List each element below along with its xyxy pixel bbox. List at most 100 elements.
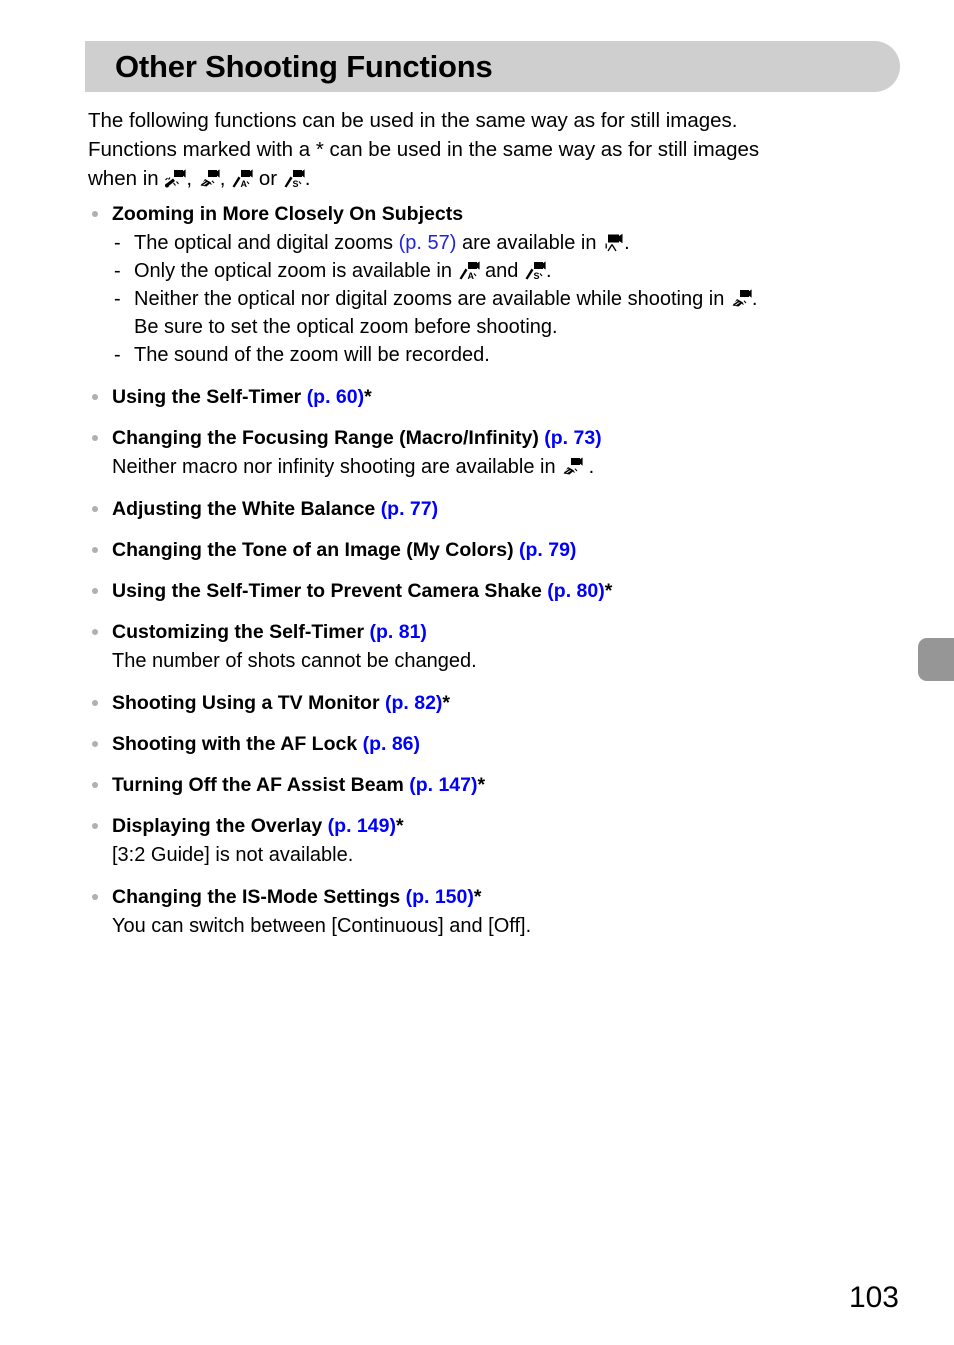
- function-list: Zooming in More Closely On Subjects - The…: [88, 201, 888, 940]
- svg-text:S: S: [533, 271, 539, 280]
- intro-line-2: Functions marked with a * can be used in…: [88, 138, 760, 161]
- chapter-thumb-marker: [918, 638, 954, 681]
- svg-text:S: S: [292, 179, 298, 188]
- page-header-banner: Other Shooting Functions: [85, 41, 900, 92]
- bullet-dot-icon: [92, 629, 98, 635]
- bullet-dot-icon: [92, 782, 98, 788]
- dash-marker: -: [114, 288, 121, 310]
- bullet-dot-icon: [92, 394, 98, 400]
- page-ref-link[interactable]: (p. 77): [381, 498, 438, 520]
- bullet-dot-icon: [92, 435, 98, 441]
- sub-item-continuation: Be sure to set the optical zoom before s…: [134, 316, 558, 338]
- bullet-dot-icon: [92, 588, 98, 594]
- page-ref-link[interactable]: (p. 79): [519, 539, 576, 561]
- list-item: Turning Off the AF Assist Beam (p. 147)*: [88, 772, 888, 798]
- intro-sep-1: ,: [186, 167, 198, 190]
- sub-list: - The optical and digital zooms (p. 57) a…: [112, 229, 888, 369]
- list-item-title: Changing the IS-Mode Settings (p. 150)*: [112, 884, 888, 910]
- list-item-title: Changing the Focusing Range (Macro/Infin…: [112, 425, 888, 451]
- list-item: Using the Self-Timer to Prevent Camera S…: [88, 578, 888, 604]
- svg-text:A: A: [467, 271, 474, 280]
- movie-super-slow-motion-icon: [164, 169, 186, 188]
- bullet-dot-icon: [92, 506, 98, 512]
- sub-text-after: are available in: [456, 232, 603, 254]
- list-item-title: Shooting with the AF Lock (p. 86): [112, 731, 888, 757]
- list-item: Using the Self-Timer (p. 60)*: [88, 384, 888, 410]
- list-item-title: Using the Self-Timer (p. 60)*: [112, 384, 888, 410]
- list-item-title: Shooting Using a TV Monitor (p. 82)*: [112, 690, 888, 716]
- list-item-title: Adjusting the White Balance (p. 77): [112, 496, 888, 522]
- sub-text-before: Neither the optical nor digital zooms ar…: [134, 288, 730, 310]
- list-item: Zooming in More Closely On Subjects - The…: [88, 201, 888, 369]
- list-item-title-text: Shooting with the AF Lock: [112, 733, 363, 755]
- page-number: 103: [848, 1281, 899, 1314]
- sub-list-item: - Neither the optical nor digital zooms a…: [112, 285, 888, 341]
- page-ref-link[interactable]: (p. 149): [328, 815, 396, 837]
- list-item: Shooting Using a TV Monitor (p. 82)*: [88, 690, 888, 716]
- intro-sep-3: or: [253, 167, 283, 190]
- dash-marker: -: [114, 232, 121, 254]
- list-item-title: Changing the Tone of an Image (My Colors…: [112, 537, 888, 563]
- movie-miniature-effect-icon: [561, 457, 583, 476]
- sub-text-before: Only the optical zoom is available in: [134, 260, 458, 282]
- page-ref-link[interactable]: (p. 150): [406, 886, 474, 908]
- bullet-dot-icon: [92, 211, 98, 217]
- bullet-dot-icon: [92, 700, 98, 706]
- intro-line-1: The following functions can be used in t…: [88, 109, 738, 132]
- intro-line-3-suffix: .: [304, 167, 311, 190]
- list-item-title-text: Changing the Focusing Range (Macro/Infin…: [112, 427, 545, 449]
- list-item-title: Using the Self-Timer to Prevent Camera S…: [112, 578, 888, 604]
- list-item-title-text: Customizing the Self-Timer: [112, 621, 370, 643]
- sub-text-end: .: [624, 232, 630, 254]
- list-item: Changing the Tone of an Image (My Colors…: [88, 537, 888, 563]
- list-item-title-text: Changing the Tone of an Image (My Colors…: [112, 539, 519, 561]
- page-ref-link[interactable]: (p. 82): [385, 692, 442, 714]
- list-item-title-text: Using the Self-Timer: [112, 386, 307, 408]
- sub-list-item: - The sound of the zoom will be recorded.: [112, 341, 888, 369]
- note-text-before: Neither macro nor infinity shooting are …: [112, 456, 562, 478]
- dash-marker: -: [114, 260, 121, 282]
- page-ref-link[interactable]: (p. 73): [544, 427, 601, 449]
- page-ref-link[interactable]: (p. 147): [409, 774, 477, 796]
- sub-text-before: The optical and digital zooms: [134, 232, 399, 254]
- sub-list-item: - Only the optical zoom is available in A…: [112, 257, 888, 285]
- asterisk-marker: *: [364, 386, 372, 408]
- list-item-title-text: Shooting Using a TV Monitor: [112, 692, 385, 714]
- asterisk-marker: *: [604, 580, 613, 602]
- note-text-after: .: [583, 456, 595, 478]
- list-item-title: Displaying the Overlay (p. 149)*: [112, 813, 888, 839]
- asterisk-marker: *: [473, 886, 482, 908]
- movie-color-accent-icon: A: [231, 169, 253, 188]
- list-item: Changing the Focusing Range (Macro/Infin…: [88, 425, 888, 481]
- svg-text:A: A: [241, 179, 248, 188]
- page-content: The following functions can be used in t…: [88, 106, 888, 940]
- sub-text-end: .: [751, 288, 758, 310]
- page-ref-link[interactable]: (p. 81): [370, 621, 427, 643]
- movie-standard-icon: [602, 233, 624, 252]
- list-item: Customizing the Self-Timer (p. 81) The n…: [88, 619, 888, 675]
- bullet-dot-icon: [92, 547, 98, 553]
- list-item-title-text: Changing the IS-Mode Settings: [112, 886, 406, 908]
- sub-text-mid: and: [479, 260, 524, 282]
- list-item-title: Customizing the Self-Timer (p. 81): [112, 619, 888, 645]
- list-item-title-text: Using the Self-Timer to Prevent Camera S…: [112, 580, 548, 602]
- movie-color-swap-icon: S: [283, 169, 305, 188]
- page-ref-link[interactable]: (p. 86): [363, 733, 420, 755]
- movie-miniature-effect-icon: [730, 289, 752, 308]
- intro-sep-2: ,: [219, 167, 232, 190]
- page-title: Other Shooting Functions: [115, 48, 493, 84]
- bullet-dot-icon: [92, 741, 98, 747]
- list-item-note: The number of shots cannot be changed.: [112, 650, 477, 672]
- list-item: Displaying the Overlay (p. 149)* [3:2 Gu…: [88, 813, 888, 869]
- intro-paragraph: The following functions can be used in t…: [88, 106, 888, 193]
- list-item-title-text: Displaying the Overlay: [112, 815, 328, 837]
- list-item-note: [3:2 Guide] is not available.: [112, 844, 354, 866]
- page-ref-link[interactable]: (p. 80): [547, 580, 604, 602]
- sub-text-end: .: [545, 260, 552, 282]
- sub-list-item: - The optical and digital zooms (p. 57) a…: [112, 229, 888, 257]
- page-ref-link[interactable]: (p. 57): [399, 232, 457, 254]
- list-item: Changing the IS-Mode Settings (p. 150)* …: [88, 884, 888, 940]
- list-item-note: You can switch between [Continuous] and …: [112, 915, 532, 937]
- list-item-title: Turning Off the AF Assist Beam (p. 147)*: [112, 772, 888, 798]
- page-ref-link[interactable]: (p. 60): [307, 386, 364, 408]
